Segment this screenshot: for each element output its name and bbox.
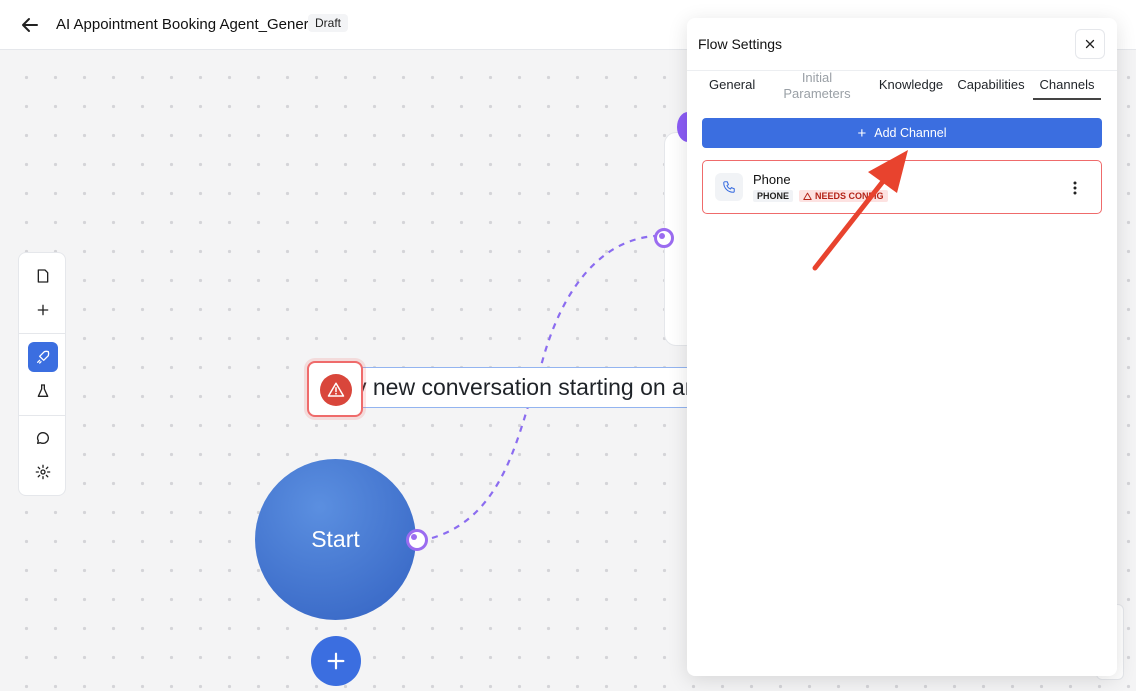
close-button[interactable] xyxy=(1075,29,1105,59)
document-icon xyxy=(37,269,49,283)
tab-general[interactable]: General xyxy=(709,77,755,92)
phone-icon-wrap xyxy=(715,173,743,201)
tab-initial-parameters[interactable]: Initial Parameters xyxy=(777,70,857,102)
add-channel-label: Add Channel xyxy=(874,126,947,140)
trigger-text: y new conversation starting on an xyxy=(355,374,698,400)
start-label: Start xyxy=(311,526,360,552)
add-node-button[interactable] xyxy=(311,636,361,686)
channel-status-badge: NEEDS CONFIG xyxy=(799,190,888,202)
phone-icon xyxy=(723,181,735,193)
tool-add[interactable] xyxy=(28,295,58,325)
settings-tabs: General Initial Parameters Knowledge Cap… xyxy=(687,70,1117,103)
rocket-icon xyxy=(37,350,50,364)
toolbar-divider xyxy=(19,333,65,334)
tool-deploy[interactable] xyxy=(28,342,58,372)
plus-icon xyxy=(37,304,49,316)
tool-notes[interactable] xyxy=(28,261,58,291)
start-node[interactable]: Start xyxy=(255,459,416,620)
chat-bubble-icon xyxy=(37,431,49,444)
toolbar-divider xyxy=(19,415,65,416)
canvas-toolbar xyxy=(18,252,66,496)
warning-badge xyxy=(320,374,352,406)
add-channel-button[interactable]: + Add Channel xyxy=(702,118,1102,148)
channel-type-badge: PHONE xyxy=(753,190,794,202)
close-icon xyxy=(1085,39,1095,49)
trigger-node[interactable]: y new conversation starting on an xyxy=(330,367,720,408)
arrow-left-icon xyxy=(22,18,38,32)
more-vertical-icon xyxy=(1073,181,1077,195)
tool-settings[interactable] xyxy=(28,457,58,487)
trigger-warning-node[interactable] xyxy=(307,361,363,417)
panel-title: Flow Settings xyxy=(698,36,783,52)
flask-icon xyxy=(37,384,49,397)
warning-triangle-icon xyxy=(327,382,345,397)
tab-knowledge[interactable]: Knowledge xyxy=(878,77,944,92)
channel-card-phone[interactable]: Phone PHONE NEEDS CONFIG xyxy=(702,160,1102,214)
tab-capabilities[interactable]: Capabilities xyxy=(957,77,1025,92)
back-button[interactable] xyxy=(18,13,42,37)
flow-settings-panel: Flow Settings General Initial Parameters… xyxy=(687,18,1117,676)
channel-menu-button[interactable] xyxy=(1065,177,1085,199)
plus-icon: + xyxy=(857,124,867,142)
tool-test[interactable] xyxy=(28,376,58,406)
gear-icon xyxy=(35,464,51,480)
channel-name: Phone xyxy=(753,172,791,187)
draft-badge: Draft xyxy=(308,14,349,32)
warning-triangle-icon xyxy=(803,192,812,200)
plus-icon xyxy=(327,652,345,670)
node-input-port[interactable] xyxy=(654,228,674,248)
start-output-port[interactable] xyxy=(406,529,428,551)
channel-status-text: NEEDS CONFIG xyxy=(815,191,884,201)
tab-channels[interactable]: Channels xyxy=(1033,77,1101,100)
flow-title: AI Appointment Booking Agent_Generic xyxy=(56,16,320,33)
tool-chat[interactable] xyxy=(28,423,58,453)
